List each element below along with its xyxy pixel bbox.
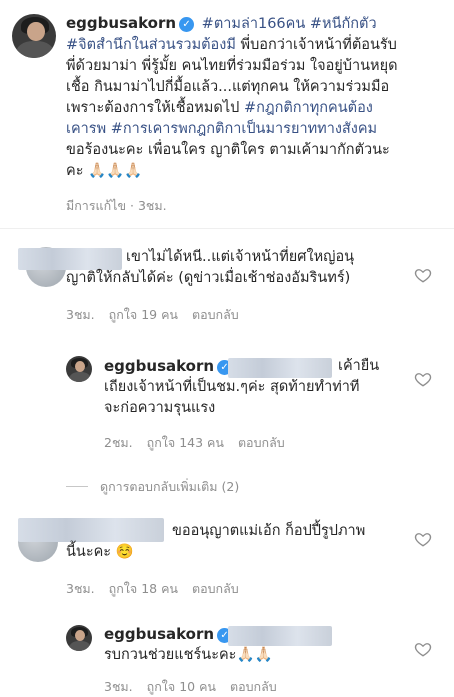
comment-time: 2ชม. <box>104 435 133 450</box>
reply-1-line-2: เถียงเจ้าหน้าที่เป็นชม.ๆค่ะ สุดท้ายทำท่า… <box>104 379 360 395</box>
caption-line-6: เคารพ #การเคารพกฎกติกาเป็นมารยาททางสังคม <box>66 119 450 140</box>
comment-1-meta: 3ชม. ถูกใจ 19 คน ตอบกลับ <box>66 305 253 325</box>
comment-2-line-2: นี้นะคะ ☺️ <box>66 544 134 560</box>
caption-avatar[interactable] <box>12 14 56 58</box>
caption-text-segment: เพราะต้องการให้เชื้อหมดไป <box>66 100 244 116</box>
caption-line-1: eggbusakorn ✓ #ตามล่า166คน #หนีกักตัว <box>66 13 450 35</box>
view-replies-line <box>66 486 88 487</box>
reply-username[interactable]: eggbusakorn <box>104 625 214 643</box>
redacted-mention <box>228 626 332 646</box>
heart-icon[interactable] <box>414 370 432 388</box>
redacted-mention <box>228 358 332 378</box>
reply-1-line-3: จะก่อความรุนแรง <box>104 400 216 416</box>
likes-count[interactable]: ถูกใจ 143 คน <box>147 435 224 450</box>
reply-button[interactable]: ตอบกลับ <box>192 581 239 596</box>
caption-hashtags[interactable]: #ตามล่า166คน #หนีกักตัว <box>197 16 377 32</box>
divider <box>0 228 454 229</box>
reply-2-line-2: รบกวนช่วยแชร์นะคะ🙏🏻🙏🏻 <box>104 647 273 663</box>
caption-hashtag[interactable]: #จิตสำนึกในส่วนรวมต้องมี <box>66 37 236 53</box>
reply-username[interactable]: eggbusakorn <box>104 357 214 375</box>
likes-count[interactable]: ถูกใจ 10 คน <box>147 679 216 694</box>
reply-avatar[interactable] <box>66 356 92 382</box>
dot-separator: · <box>130 198 134 213</box>
caption-meta: มีการแก้ไข · 3ชม. <box>66 196 181 216</box>
heart-icon[interactable] <box>414 640 432 658</box>
caption-line-4: เชื้อ กินมาม่าไปกี่มื้อแล้ว...แต่ทุกคน ใ… <box>66 79 390 95</box>
comment-1-text: เขาไม่ได้หนี..แต่เจ้าหน้าที่ยศใหญ่อนุ <box>126 247 426 268</box>
heart-icon[interactable] <box>414 266 432 284</box>
caption-hashtag[interactable]: #กฎกติกาทุกคนต้อง <box>244 100 373 116</box>
caption-time: 3ชม. <box>137 198 167 213</box>
likes-count[interactable]: ถูกใจ 19 คน <box>109 307 178 322</box>
caption-line-7: ขอร้องนะคะ เพื่อนใคร ญาติใคร ตามเค้ามากั… <box>66 142 390 158</box>
comment-time: 3ชม. <box>104 679 133 694</box>
caption-hashtag[interactable]: เคารพ #การเคารพกฎกติกาเป็นมารยาททางสังคม <box>66 121 377 137</box>
reply-1-mention-tail: เค้ายืน <box>338 358 380 374</box>
view-more-replies-button[interactable]: ดูการตอบกลับเพิ่มเติม (2) <box>100 477 239 497</box>
comment-2-line-1: ขออนุญาตแม่เอ้ก ก็อปปี้รูปภาพ <box>172 523 366 539</box>
caption-line-3: พี่ด้วยมาม่า พี่รู้มั้ย คนไทยที่ร่วมมือร… <box>66 58 398 74</box>
caption-line-5: เพราะต้องการให้เชื้อหมดไป #กฎกติกาทุกคนต… <box>66 98 450 119</box>
comment-1-line-2: ญาติให้กลับได้ค่ะ (ดูข่าวเมื่อเช้าช่องอั… <box>66 270 351 286</box>
verified-badge-icon: ✓ <box>179 17 195 32</box>
comment-time: 3ชม. <box>66 581 95 596</box>
heart-icon[interactable] <box>414 530 432 548</box>
caption-text: eggbusakorn ✓ #ตามล่า166คน #หนีกักตัว #จิ… <box>66 13 450 182</box>
reply-2-line-1: eggbusakorn ✓ <box>104 624 235 646</box>
edited-label: มีการแก้ไข <box>66 198 126 213</box>
comment-1-line-1: เขาไม่ได้หนี..แต่เจ้าหน้าที่ยศใหญ่อนุ <box>126 249 355 265</box>
caption-line-8: คะ 🙏🏻🙏🏻🙏🏻 <box>66 163 143 179</box>
caption-line-2: #จิตสำนึกในส่วนรวมต้องมี พี่บอกว่าเจ้าหน… <box>66 35 450 56</box>
comment-2-meta: 3ชม. ถูกใจ 18 คน ตอบกลับ <box>66 579 253 599</box>
reply-2-meta: 3ชม. ถูกใจ 10 คน ตอบกลับ <box>104 677 291 697</box>
reply-button[interactable]: ตอบกลับ <box>192 307 239 322</box>
reply-avatar[interactable] <box>66 625 92 651</box>
caption-username[interactable]: eggbusakorn <box>66 14 176 32</box>
redacted-username <box>18 248 122 270</box>
reply-button[interactable]: ตอบกลับ <box>230 679 277 694</box>
redacted-username <box>18 518 164 542</box>
reply-1-line-1: eggbusakorn ✓ <box>104 356 235 378</box>
caption-text-segment: พี่บอกว่าเจ้าหน้าที่ต้อนรับ <box>235 37 397 53</box>
comment-time: 3ชม. <box>66 307 95 322</box>
reply-1-meta: 2ชม. ถูกใจ 143 คน ตอบกลับ <box>104 433 299 453</box>
reply-button[interactable]: ตอบกลับ <box>238 435 285 450</box>
likes-count[interactable]: ถูกใจ 18 คน <box>109 581 178 596</box>
